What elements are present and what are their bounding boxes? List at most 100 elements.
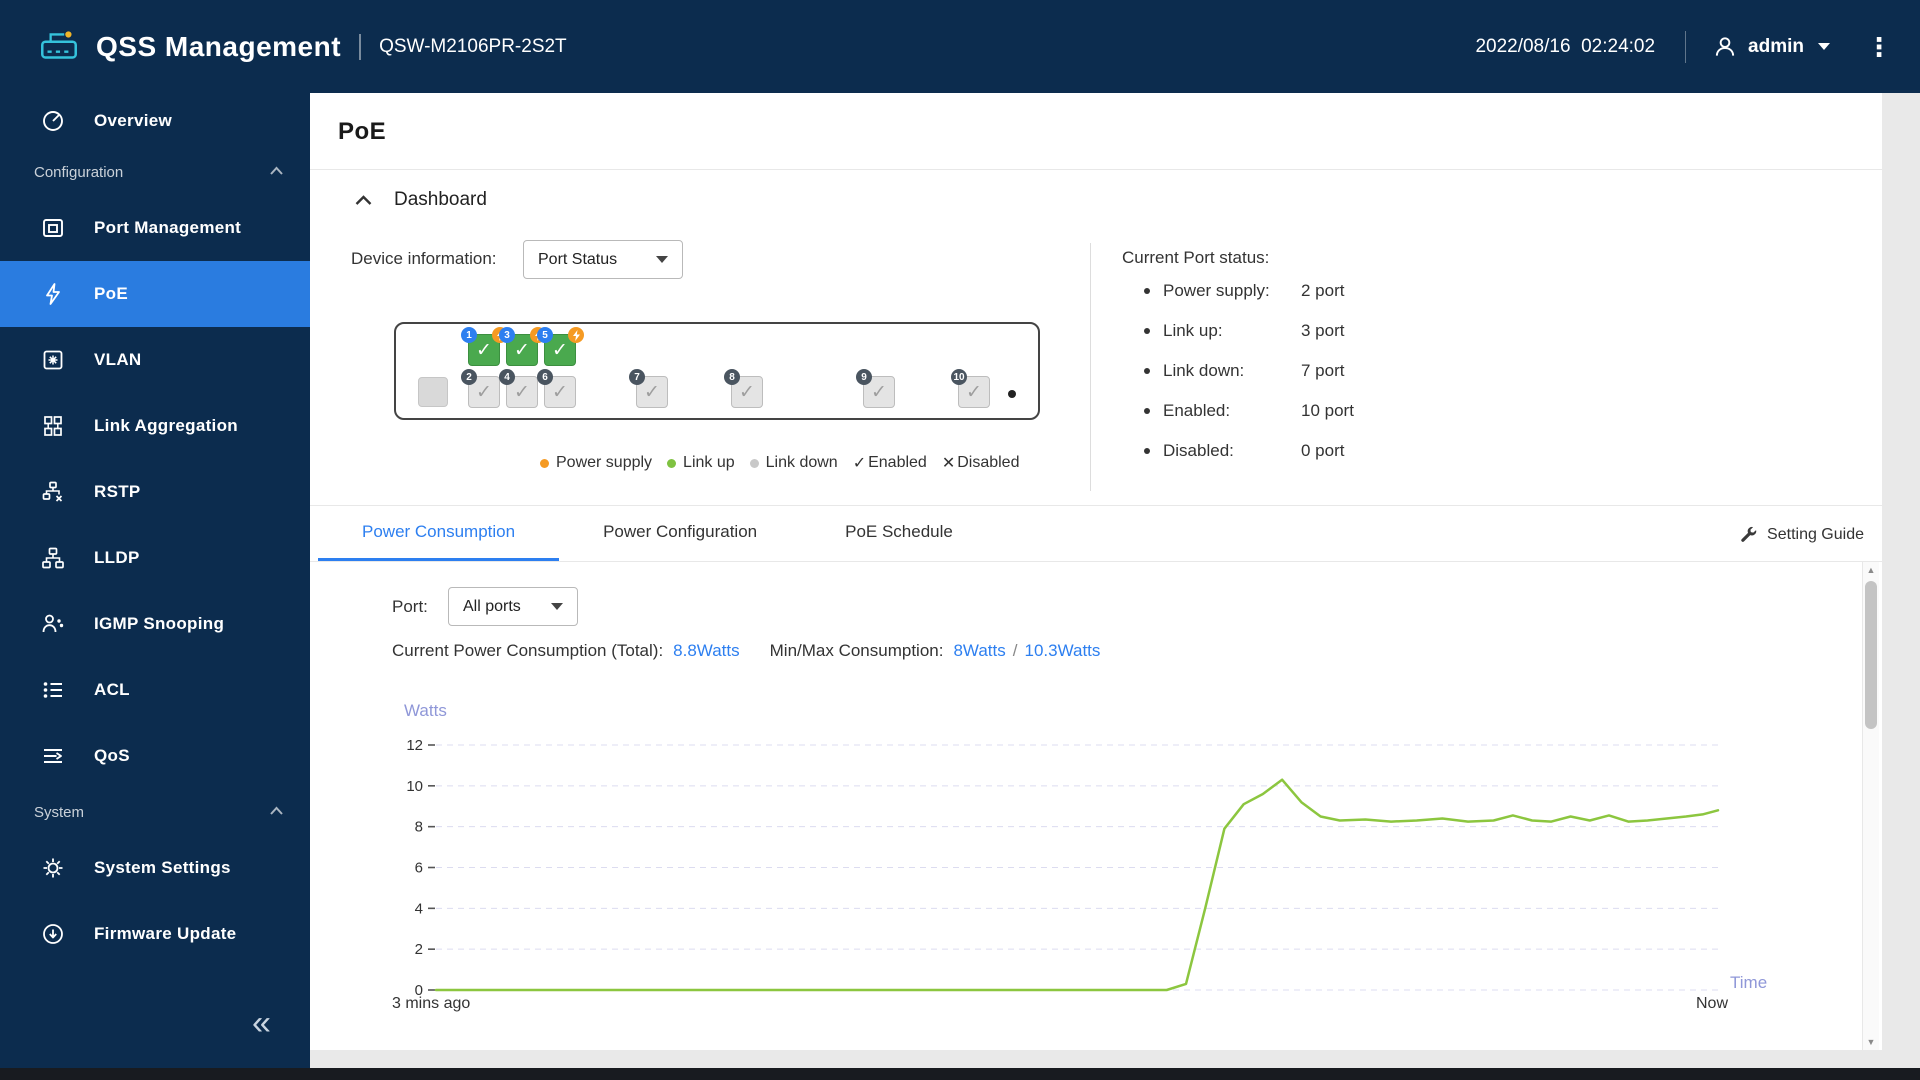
enabled-check-icon: ✓	[514, 339, 530, 361]
port-number-badge: 6	[537, 369, 553, 385]
qos-icon	[38, 743, 68, 769]
status-value: 7 port	[1301, 361, 1345, 380]
orange-dot-icon	[540, 458, 549, 468]
sidebar-item-label: System Settings	[94, 858, 231, 877]
tab-bar: Power Consumption Power Configuration Po…	[310, 505, 1882, 562]
user-menu-button[interactable]: admin	[1712, 34, 1830, 60]
port-select-label: Port:	[392, 597, 428, 616]
port-select[interactable]: All ports	[448, 587, 578, 626]
port-6: 6 ✓	[537, 369, 576, 408]
sidebar-item-port-management[interactable]: Port Management	[0, 195, 310, 261]
port-status-title: Current Port status:	[1122, 248, 1270, 267]
sidebar-item-firmware-update[interactable]: Firmware Update	[0, 901, 310, 967]
port-blank	[418, 377, 448, 407]
device-model: QSW-M2106PR-2S2T	[379, 35, 567, 57]
sidebar-item-poe[interactable]: PoE	[0, 261, 310, 327]
status-row: Link up: 3 port	[1144, 311, 1354, 351]
dashboard-title: Dashboard	[394, 189, 487, 210]
tab-power-configuration[interactable]: Power Configuration	[559, 506, 801, 561]
lldp-icon	[38, 545, 68, 571]
port-5: 5 ✓	[537, 327, 584, 366]
port-number-badge: 4	[499, 369, 515, 385]
enabled-check-icon: ✓	[552, 339, 568, 361]
poe-panel: PoE Dashboard Device information: Port S…	[310, 93, 1882, 1050]
bullet-icon	[1144, 408, 1150, 414]
chevron-down-icon	[551, 603, 563, 610]
title-separator	[359, 33, 362, 60]
user-name: admin	[1748, 35, 1804, 57]
port-number-badge: 3	[499, 327, 515, 343]
status-label: Link up:	[1163, 321, 1223, 340]
legend-link-up: Link up	[667, 454, 735, 472]
sidebar: Overview Configuration Port Management P…	[0, 93, 310, 1068]
rstp-icon	[38, 479, 68, 505]
sidebar-item-rstp[interactable]: RSTP	[0, 459, 310, 525]
sidebar-item-link-aggregation[interactable]: Link Aggregation	[0, 393, 310, 459]
switch-port-panel: 1 ✓ 2 ✓ 3 ✓ 4 ✓ 5 ✓ 6 ✓ 7 ✓ 8 ✓ 9 ✓ 10 ✓	[394, 322, 1040, 420]
port-8: 8 ✓	[724, 369, 763, 408]
chevron-down-icon	[1818, 43, 1830, 50]
legend-enabled: ✓ Enabled	[853, 453, 927, 473]
legend-label: Link up	[683, 454, 735, 471]
sidebar-item-label: Overview	[94, 111, 173, 130]
sidebar-item-vlan[interactable]: VLAN	[0, 327, 310, 393]
link-aggregation-icon	[38, 413, 68, 439]
tab-poe-schedule[interactable]: PoE Schedule	[801, 506, 997, 561]
scroll-up-arrow[interactable]: ▲	[1863, 562, 1879, 578]
status-row: Disabled: 0 port	[1144, 431, 1354, 471]
setting-guide-button[interactable]: Setting Guide	[1738, 506, 1864, 563]
port-7: 7 ✓	[629, 369, 668, 408]
tab-power-consumption[interactable]: Power Consumption	[318, 506, 560, 561]
port-selected-value: All ports	[463, 597, 521, 615]
vertical-scrollbar[interactable]: ▲ ▼	[1862, 562, 1879, 1050]
scrollbar-thumb[interactable]	[1865, 581, 1877, 729]
qss-logo-icon	[36, 24, 82, 70]
status-label: Disabled:	[1163, 441, 1234, 460]
dashboard-collapse-button[interactable]	[354, 193, 373, 212]
cross-icon: ✕	[941, 455, 956, 472]
sidebar-item-igmp-snooping[interactable]: IGMP Snooping	[0, 591, 310, 657]
sidebar-item-acl[interactable]: ACL	[0, 657, 310, 723]
min-consumption-value: 8Watts	[953, 641, 1006, 660]
scroll-down-arrow[interactable]: ▼	[1863, 1034, 1879, 1050]
sidebar-item-overview[interactable]: Overview	[0, 93, 310, 149]
firmware-update-icon	[38, 921, 68, 947]
chart-x-end-label: Now	[1696, 995, 1729, 1012]
chevron-up-icon	[269, 803, 284, 821]
port-number-badge: 8	[724, 369, 740, 385]
sidebar-section-configuration[interactable]: Configuration	[0, 149, 310, 195]
device-info-select[interactable]: Port Status	[523, 240, 683, 279]
sidebar-item-system-settings[interactable]: System Settings	[0, 835, 310, 901]
sidebar-item-qos[interactable]: QoS	[0, 723, 310, 789]
enabled-check-icon: ✓	[476, 381, 492, 403]
more-options-button[interactable]: ⋮	[1866, 34, 1892, 60]
port-status-list: Power supply: 2 port Link up: 3 port Lin…	[1144, 271, 1354, 471]
setting-guide-label: Setting Guide	[1767, 525, 1864, 543]
enabled-check-icon: ✓	[644, 381, 660, 403]
sidebar-item-label: Firmware Update	[94, 924, 237, 943]
svg-text:4: 4	[415, 900, 423, 917]
green-dot-icon	[667, 458, 677, 468]
port-number-badge: 5	[537, 327, 553, 343]
page-header: PoE	[310, 93, 1882, 170]
status-row: Link down: 7 port	[1144, 351, 1354, 391]
chevron-up-icon	[269, 163, 284, 181]
igmp-snooping-icon	[38, 611, 68, 637]
port-9: 9 ✓	[856, 369, 895, 408]
sidebar-item-label: LLDP	[94, 548, 140, 567]
power-bolt-icon	[568, 327, 584, 343]
sidebar-item-label: QoS	[94, 746, 130, 765]
sidebar-item-lldp[interactable]: LLDP	[0, 525, 310, 591]
app-title: QSS Management	[96, 30, 342, 62]
legend-label: Link down	[765, 454, 838, 471]
sidebar-section-system[interactable]: System	[0, 789, 310, 835]
gray-dot-icon	[749, 458, 759, 468]
gear-icon	[38, 855, 68, 881]
enabled-check-icon: ✓	[871, 381, 887, 403]
collapse-sidebar-button[interactable]: «	[252, 1006, 271, 1040]
svg-text:6: 6	[415, 860, 423, 877]
status-row: Power supply: 2 port	[1144, 271, 1354, 311]
max-consumption-value: 10.3Watts	[1024, 641, 1101, 660]
tab-label: PoE Schedule	[845, 522, 953, 541]
vertical-divider	[1090, 243, 1091, 491]
